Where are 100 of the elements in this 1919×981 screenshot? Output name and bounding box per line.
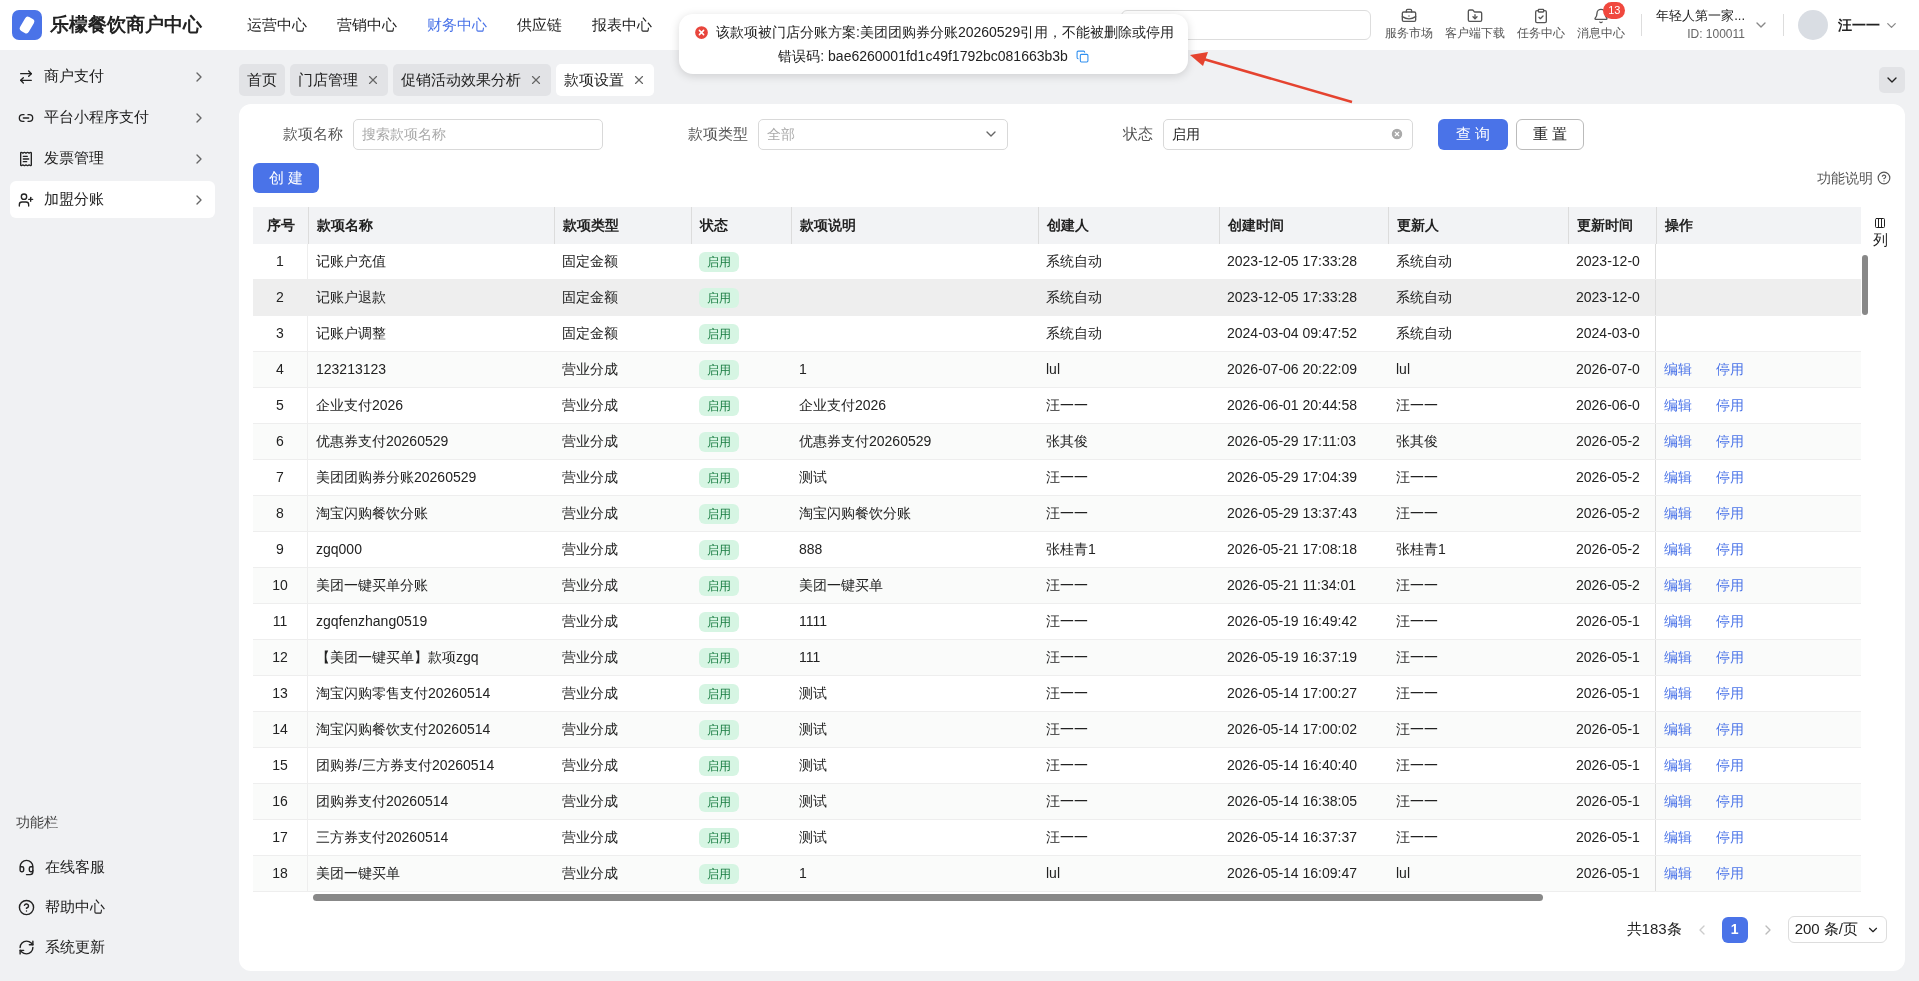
action-link[interactable]: 编辑 [1664, 791, 1692, 812]
column-picker-button[interactable]: 列 [1872, 217, 1888, 252]
table-cell-text: 美团一键买单 [799, 576, 883, 595]
action-link[interactable]: 编辑 [1664, 611, 1692, 632]
table-row[interactable]: 7 美团团购券分账20260529 营业分成 启用 测试 汪一一 2026-05-29 17:04:39 汪一一 2026-05-2 编辑 停用 [253, 460, 1861, 496]
sidebar-item[interactable]: 发票管理 [10, 140, 215, 177]
table-row[interactable]: 1 记账户充值 固定金额 启用 系统自动 2023-12-05 17:33:28 系统自动 2023-12-0 [253, 244, 1861, 280]
action-link[interactable]: 停用 [1716, 683, 1744, 704]
table-row[interactable]: 9 zgq000 营业分成 启用 888 张桂青1 2026-05-21 17:08:18 张桂青1 2026-05-2 编辑 停用 [253, 532, 1861, 568]
table-row[interactable]: 8 淘宝闪购餐饮分账 营业分成 启用 淘宝闪购餐饮分账 汪一一 2026-05-29 13:37:43 汪一一 2026-05-2 编辑 停用 [253, 496, 1861, 532]
clear-icon[interactable] [1390, 127, 1404, 141]
header-tool-button[interactable]: 任务中心 [1515, 8, 1568, 42]
action-link[interactable]: 停用 [1716, 647, 1744, 668]
table-cell-text: 汪一一 [1046, 648, 1088, 667]
page-button[interactable]: 1 [1721, 916, 1748, 943]
table-cell-text: 2026-05-2 [1576, 468, 1640, 487]
table-row[interactable]: 18 美团一键买单 营业分成 启用 1 lul 2026-05-14 16:09:47 lul 2026-05-1 编辑 停用 [253, 856, 1861, 892]
table-cell-text: 1 [276, 252, 284, 271]
action-link[interactable]: 停用 [1716, 791, 1744, 812]
store-switcher[interactable]: 年轻人第一家... ID: 100011 [1656, 7, 1769, 43]
page-size-select[interactable]: 200 条/页 [1787, 916, 1887, 943]
action-link[interactable]: 编辑 [1664, 539, 1692, 560]
close-icon[interactable] [632, 73, 646, 87]
sidebar-item[interactable]: 平台小程序支付 [10, 99, 215, 136]
action-link[interactable]: 停用 [1716, 719, 1744, 740]
horizontal-scrollbar[interactable] [313, 893, 1543, 901]
sidebar-item[interactable]: 加盟分账 [10, 181, 215, 218]
action-link[interactable]: 停用 [1716, 359, 1744, 380]
action-link[interactable]: 编辑 [1664, 575, 1692, 596]
action-link[interactable]: 编辑 [1664, 683, 1692, 704]
table-cell-text: 系统自动 [1046, 252, 1102, 271]
sidebar-link[interactable]: 帮助中心 [10, 887, 215, 927]
action-link[interactable]: 编辑 [1664, 827, 1692, 848]
nav-link[interactable]: 营销中心 [337, 13, 397, 37]
action-link[interactable]: 停用 [1716, 827, 1744, 848]
table-row[interactable]: 17 三方券支付20260514 营业分成 启用 测试 汪一一 2026-05-14 16:37:37 汪一一 2026-05-1 编辑 停用 [253, 820, 1861, 856]
action-link[interactable]: 编辑 [1664, 863, 1692, 884]
table-cell-text: 汪一一 [1396, 612, 1438, 631]
table-row[interactable]: 11 zgqfenzhang0519 营业分成 启用 1111 汪一一 2026-05-19 16:49:42 汪一一 2026-05-1 编辑 停用 [253, 604, 1861, 640]
action-link[interactable]: 停用 [1716, 395, 1744, 416]
collapse-button[interactable] [1879, 67, 1905, 93]
table-cell-text: 固定金额 [562, 252, 618, 271]
copy-icon[interactable] [1075, 49, 1089, 63]
table-row[interactable]: 10 美团一键买单分账 营业分成 启用 美团一键买单 汪一一 2026-05-21 11:34:01 汪一一 2026-05-2 编辑 停用 [253, 568, 1861, 604]
action-link[interactable]: 停用 [1716, 611, 1744, 632]
name-input[interactable]: 搜索款项名称 [353, 118, 603, 150]
header-tool-button[interactable]: 客户端下载 [1443, 8, 1508, 42]
action-link[interactable]: 停用 [1716, 575, 1744, 596]
table-row[interactable]: 16 团购券支付20260514 营业分成 启用 测试 汪一一 2026-05-14 16:38:05 汪一一 2026-05-1 编辑 停用 [253, 784, 1861, 820]
close-icon[interactable] [529, 73, 543, 87]
header-tool-button[interactable]: 服务市场 [1383, 8, 1436, 42]
nav-link[interactable]: 财务中心 [427, 13, 487, 37]
table-row[interactable]: 6 优惠券支付20260529 营业分成 启用 优惠券支付20260529 张其俊 2026-05-29 17:11:03 张其俊 2026-05-2 编辑 停用 [253, 424, 1861, 460]
action-link[interactable]: 停用 [1716, 755, 1744, 776]
table-row[interactable]: 4 123213123 营业分成 启用 1 lul 2026-07-06 20:22:09 lul 2026-07-0 编辑 停用 [253, 352, 1861, 388]
table-row[interactable]: 2 记账户退款 固定金额 启用 系统自动 2023-12-05 17:33:28 系统自动 2023-12-0 [253, 280, 1861, 316]
action-link[interactable]: 编辑 [1664, 719, 1692, 740]
page-tab[interactable]: 促销活动效果分析 [393, 64, 551, 96]
action-link[interactable]: 编辑 [1664, 431, 1692, 452]
table-cell-text: 淘宝闪购零售支付20260514 [316, 684, 491, 703]
action-link[interactable]: 编辑 [1664, 755, 1692, 776]
table-row[interactable]: 13 淘宝闪购零售支付20260514 营业分成 启用 测试 汪一一 2026-05-14 17:00:27 汪一一 2026-05-1 编辑 停用 [253, 676, 1861, 712]
action-link[interactable]: 停用 [1716, 863, 1744, 884]
nav-link[interactable]: 供应链 [517, 13, 562, 37]
action-link[interactable]: 编辑 [1664, 395, 1692, 416]
help-link[interactable]: 功能说明 [1817, 167, 1891, 189]
table-row[interactable]: 3 记账户调整 固定金额 启用 系统自动 2024-03-04 09:47:52 系统自动 2024-03-0 [253, 316, 1861, 352]
action-link[interactable]: 停用 [1716, 467, 1744, 488]
page-tab[interactable]: 首页 [239, 64, 285, 96]
vertical-scrollbar[interactable] [1862, 255, 1869, 315]
table-cell-text: 淘宝闪购餐饮支付20260514 [316, 720, 491, 739]
action-link[interactable]: 编辑 [1664, 467, 1692, 488]
action-link[interactable]: 编辑 [1664, 647, 1692, 668]
table-row[interactable]: 5 企业支付2026 营业分成 启用 企业支付2026 汪一一 2026-06-01 20:44:58 汪一一 2026-06-0 编辑 停用 [253, 388, 1861, 424]
table-row[interactable]: 14 淘宝闪购餐饮支付20260514 营业分成 启用 测试 汪一一 2026-05-14 17:00:02 汪一一 2026-05-1 编辑 停用 [253, 712, 1861, 748]
table-row[interactable]: 12 【美团一键买单】款项zgq 营业分成 启用 111 汪一一 2026-05-19 16:37:19 汪一一 2026-05-1 编辑 停用 [253, 640, 1861, 676]
action-link[interactable]: 编辑 [1664, 503, 1692, 524]
user-menu[interactable]: 汪一一 [1838, 14, 1899, 36]
sidebar-link[interactable]: 系统更新 [10, 927, 215, 967]
page-tab[interactable]: 门店管理 [290, 64, 388, 96]
nav-link[interactable]: 报表中心 [592, 13, 652, 37]
action-link[interactable]: 编辑 [1664, 359, 1692, 380]
table-row[interactable]: 15 团购券/三方券支付20260514 营业分成 启用 测试 汪一一 2026-05-14 16:40:40 汪一一 2026-05-1 编辑 停用 [253, 748, 1861, 784]
action-link[interactable]: 停用 [1716, 431, 1744, 452]
page-tab[interactable]: 款项设置 [556, 64, 654, 96]
reset-button[interactable]: 重 置 [1516, 118, 1585, 150]
create-button[interactable]: 创 建 [253, 163, 320, 193]
sidebar-link[interactable]: 在线客服 [10, 847, 215, 887]
nav-link[interactable]: 运营中心 [247, 13, 307, 37]
action-link[interactable]: 停用 [1716, 539, 1744, 560]
action-link[interactable]: 停用 [1716, 503, 1744, 524]
status-select[interactable]: 启用 [1163, 118, 1413, 150]
close-icon[interactable] [366, 73, 380, 87]
sidebar-item[interactable]: 商户支付 [10, 58, 215, 95]
query-button[interactable]: 查 询 [1438, 118, 1509, 150]
table-cell-text: 2026-05-14 16:37:37 [1227, 828, 1357, 847]
table-cell-text: 1 [799, 864, 807, 883]
table-cell-text: 记账户退款 [316, 288, 386, 307]
table-cell-text: 汪一一 [1396, 684, 1438, 703]
table-cell-text: 测试 [799, 720, 827, 739]
